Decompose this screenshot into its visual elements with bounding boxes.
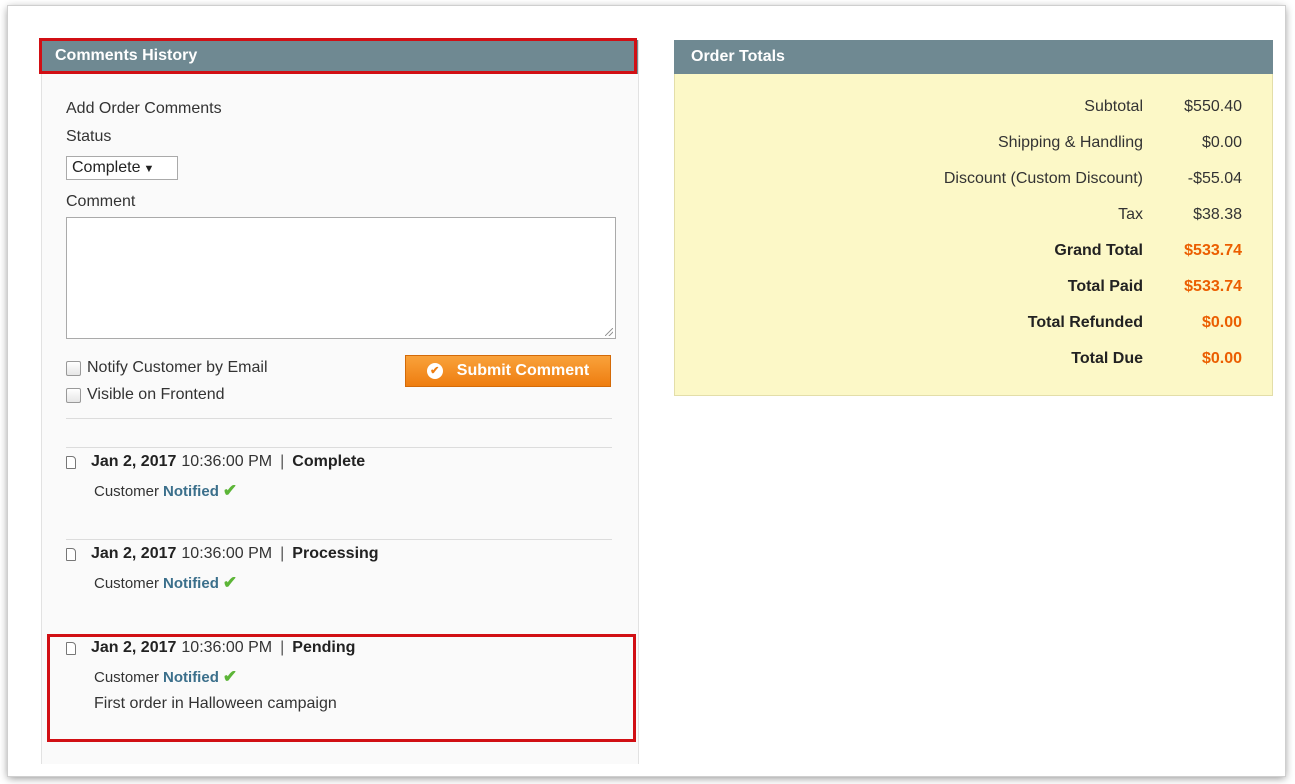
history-entry-complete: Jan 2, 2017 10:36:00 PM | Complete Custo… [66,451,612,501]
totals-row-grand-total: Grand Total $533.74 [675,233,1272,269]
entry-status: Processing [292,545,379,562]
comment-label: Comment [66,193,136,210]
history-entry-processing: Jan 2, 2017 10:36:00 PM | Processing Cus… [66,543,612,593]
entry-time: 10:36:00 PM [181,453,273,470]
totals-label: Tax [1118,206,1143,223]
totals-label: Total Refunded [1027,314,1143,331]
document-icon [66,455,76,469]
visible-on-frontend-checkbox[interactable] [66,387,81,403]
screenshot-frame: Add Order Comments Status Complete ▼ Comm… [8,6,1285,776]
entry-date: Jan 2, 2017 [91,545,177,562]
entry-time: 10:36:00 PM [181,545,273,562]
notify-customer-label: Notify Customer by Email [87,359,268,376]
entry-notified-label: Notified [163,482,219,500]
divider [66,539,612,540]
chevron-down-icon: ▼ [143,163,155,175]
totals-row-total-due: Total Due $0.00 [675,341,1272,377]
history-entry-line: Jan 2, 2017 10:36:00 PM | Complete [66,451,612,473]
entry-date: Jan 2, 2017 [91,453,177,470]
entry-notification: Customer Notified ✔ [94,573,612,593]
status-select[interactable]: Complete ▼ [66,156,178,180]
divider [66,418,612,419]
order-totals-body: Subtotal $550.40 Shipping & Handling $0.… [674,74,1273,396]
totals-label: Subtotal [1084,98,1143,115]
totals-row-discount: Discount (Custom Discount) -$55.04 [675,161,1272,197]
resize-grip-icon[interactable] [605,328,613,336]
entry-customer-label: Customer [94,482,160,500]
comment-textarea[interactable] [66,217,616,339]
divider [66,447,612,448]
checkmark-icon: ✔ [222,481,238,500]
totals-value: $533.74 [1184,278,1242,295]
check-circle-icon: ✔ [426,363,443,379]
totals-value: -$55.04 [1187,170,1242,187]
admin-content: Add Order Comments Status Complete ▼ Comm… [16,20,1273,764]
notify-customer-row[interactable]: Notify Customer by Email [66,359,268,377]
status-label: Status [66,128,112,145]
totals-row-shipping: Shipping & Handling $0.00 [675,125,1272,161]
visible-on-frontend-row[interactable]: Visible on Frontend [66,386,225,404]
totals-label: Grand Total [1054,242,1143,259]
totals-label: Shipping & Handling [998,134,1143,151]
totals-value: $550.40 [1184,98,1242,115]
totals-row-total-refunded: Total Refunded $0.00 [675,305,1272,341]
pending-entry-highlight [47,634,636,742]
totals-value: $0.00 [1201,350,1242,367]
totals-label: Total Due [1071,350,1143,367]
totals-value: $38.38 [1193,206,1242,223]
history-entry-line: Jan 2, 2017 10:36:00 PM | Processing [66,543,612,565]
entry-notification: Customer Notified ✔ [94,481,612,501]
totals-row-total-paid: Total Paid $533.74 [675,269,1272,305]
submit-comment-button[interactable]: ✔ Submit Comment [405,355,611,387]
entry-separator: | [280,453,285,470]
entry-status: Complete [292,453,366,470]
totals-label: Total Paid [1067,278,1143,295]
totals-row-tax: Tax $38.38 [675,197,1272,233]
order-totals-title: Order Totals [674,40,1273,74]
totals-value: $0.00 [1201,314,1242,331]
totals-label: Discount (Custom Discount) [943,170,1143,187]
order-totals-panel: Order Totals Subtotal $550.40 Shipping &… [674,40,1273,397]
entry-separator: | [280,545,285,562]
status-select-value: Complete [72,159,141,176]
totals-value: $533.74 [1184,242,1242,259]
comments-history-header-highlight: Comments History [39,38,637,74]
comments-history-title: Comments History [42,41,634,71]
add-order-comments-label: Add Order Comments [66,100,222,117]
totals-value: $0.00 [1201,134,1242,151]
checkmark-icon: ✔ [222,573,238,592]
totals-row-subtotal: Subtotal $550.40 [675,89,1272,125]
submit-comment-label: Submit Comment [456,362,590,379]
visible-on-frontend-label: Visible on Frontend [87,386,225,403]
document-icon [66,547,76,561]
notify-customer-checkbox[interactable] [66,360,81,376]
entry-customer-label: Customer [94,574,160,592]
entry-notified-label: Notified [163,574,219,592]
